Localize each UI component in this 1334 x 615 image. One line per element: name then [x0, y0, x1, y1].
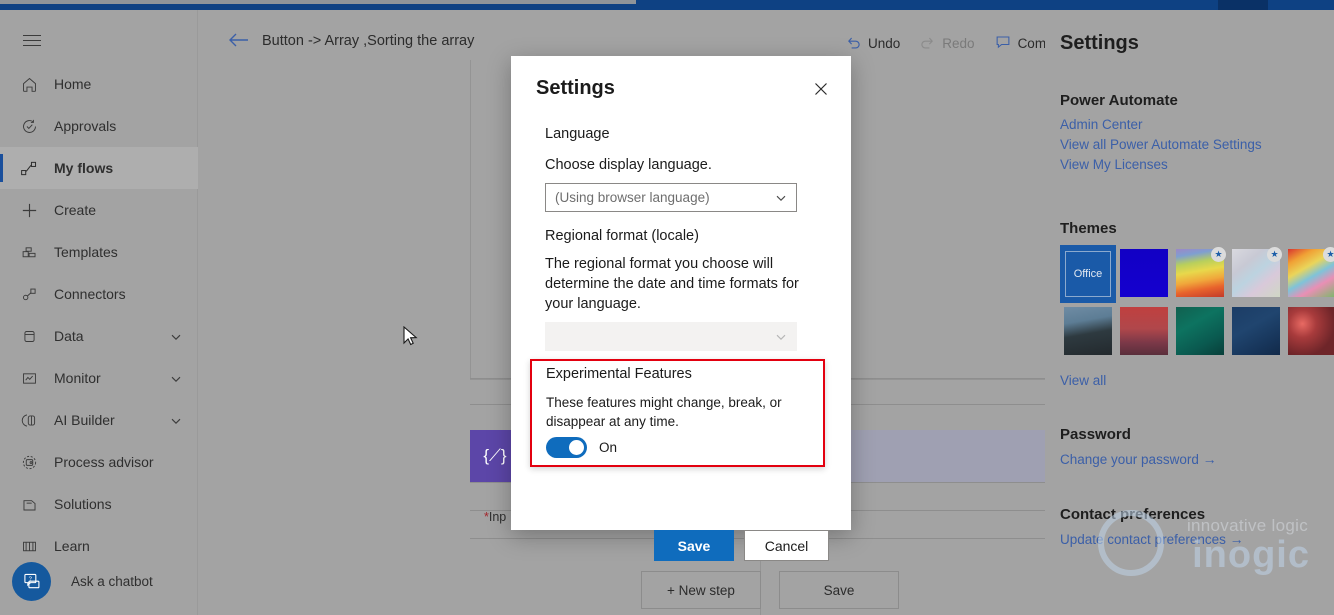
cancel-button[interactable]: Cancel: [744, 530, 829, 561]
toggle-knob: [569, 440, 584, 455]
dialog-actions: Save Cancel: [654, 530, 829, 561]
close-icon[interactable]: [808, 76, 834, 102]
experimental-features-toggle[interactable]: On: [546, 437, 617, 458]
app-root: Home Approvals: [0, 0, 1334, 615]
language-sublabel: Choose display language.: [545, 155, 813, 175]
regional-format-heading: Regional format (locale): [545, 226, 813, 246]
display-language-value: (Using browser language): [555, 190, 710, 205]
regional-format-select[interactable]: [545, 322, 797, 351]
chevron-down-icon: [775, 331, 787, 343]
toggle-state-label: On: [599, 440, 617, 455]
regional-format-sublabel: The regional format you choose will dete…: [545, 254, 813, 314]
chevron-down-icon: [775, 192, 787, 204]
display-language-select[interactable]: (Using browser language): [545, 183, 797, 212]
experimental-features-description: These features might change, break, or d…: [546, 393, 808, 431]
save-button[interactable]: Save: [654, 530, 734, 561]
language-heading: Language: [545, 126, 813, 142]
dialog-title: Settings: [536, 77, 615, 100]
toggle-switch-on[interactable]: [546, 437, 587, 458]
experimental-features-heading: Experimental Features: [546, 366, 692, 382]
dialog-body: Language Choose display language. (Using…: [545, 126, 813, 351]
experimental-features-highlight: Experimental Features These features mig…: [530, 359, 825, 467]
